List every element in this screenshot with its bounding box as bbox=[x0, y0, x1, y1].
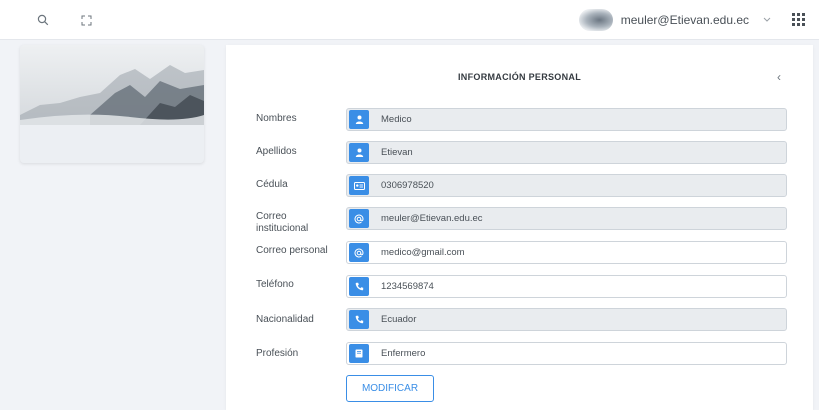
fullscreen-icon[interactable] bbox=[78, 12, 94, 28]
user-icon bbox=[349, 143, 369, 162]
phone-icon bbox=[349, 310, 369, 329]
profile-card bbox=[20, 45, 204, 163]
telefono-input[interactable]: 1234569874 bbox=[346, 275, 787, 298]
field-label: Profesión bbox=[256, 348, 299, 359]
avatar bbox=[578, 9, 613, 31]
user-menu[interactable]: meuler@Etievan.edu.ec bbox=[578, 8, 771, 32]
panel-title: INFORMACIÓN PERSONAL bbox=[458, 72, 581, 82]
field-value: Enfermero bbox=[381, 348, 426, 359]
field-label: Apellidos bbox=[256, 146, 297, 157]
correo-institucional-field[interactable]: meuler@Etievan.edu.ec bbox=[346, 207, 787, 230]
apps-grid-icon[interactable] bbox=[792, 13, 805, 26]
collapse-chevron-icon[interactable]: ‹ bbox=[777, 70, 781, 84]
field-value: medico@gmail.com bbox=[381, 247, 465, 258]
field-value: Medico bbox=[381, 114, 412, 125]
field-label: Correo institucional bbox=[256, 211, 309, 234]
profile-cover-image bbox=[20, 45, 204, 125]
field-label: Teléfono bbox=[256, 279, 294, 290]
personal-info-panel: INFORMACIÓN PERSONAL ‹ Nombres Medico Ap… bbox=[226, 45, 813, 410]
field-value: 1234569874 bbox=[381, 281, 434, 292]
search-icon[interactable] bbox=[35, 12, 51, 28]
book-icon bbox=[349, 344, 369, 363]
top-bar: meuler@Etievan.edu.ec bbox=[0, 0, 819, 40]
field-value: Ecuador bbox=[381, 314, 417, 325]
field-value: Etievan bbox=[381, 147, 413, 158]
user-email: meuler@Etievan.edu.ec bbox=[620, 13, 749, 27]
field-label: Nacionalidad bbox=[256, 314, 314, 325]
nacionalidad-field[interactable]: Ecuador bbox=[346, 308, 787, 331]
field-value: 0306978520 bbox=[381, 180, 434, 191]
field-label: Correo personal bbox=[256, 245, 328, 256]
cedula-field[interactable]: 0306978520 bbox=[346, 174, 787, 197]
field-label: Cédula bbox=[256, 179, 288, 190]
modificar-button[interactable]: MODIFICAR bbox=[346, 375, 434, 402]
field-value: meuler@Etievan.edu.ec bbox=[381, 213, 483, 224]
field-label: Nombres bbox=[256, 113, 297, 124]
at-icon bbox=[349, 209, 369, 228]
id-card-icon bbox=[349, 176, 369, 195]
nombres-field[interactable]: Medico bbox=[346, 108, 787, 131]
user-icon bbox=[349, 110, 369, 129]
profesion-input[interactable]: Enfermero bbox=[346, 342, 787, 365]
apellidos-field[interactable]: Etievan bbox=[346, 141, 787, 164]
correo-personal-input[interactable]: medico@gmail.com bbox=[346, 241, 787, 264]
chevron-down-icon bbox=[763, 15, 771, 25]
phone-icon bbox=[349, 277, 369, 296]
at-icon bbox=[349, 243, 369, 262]
